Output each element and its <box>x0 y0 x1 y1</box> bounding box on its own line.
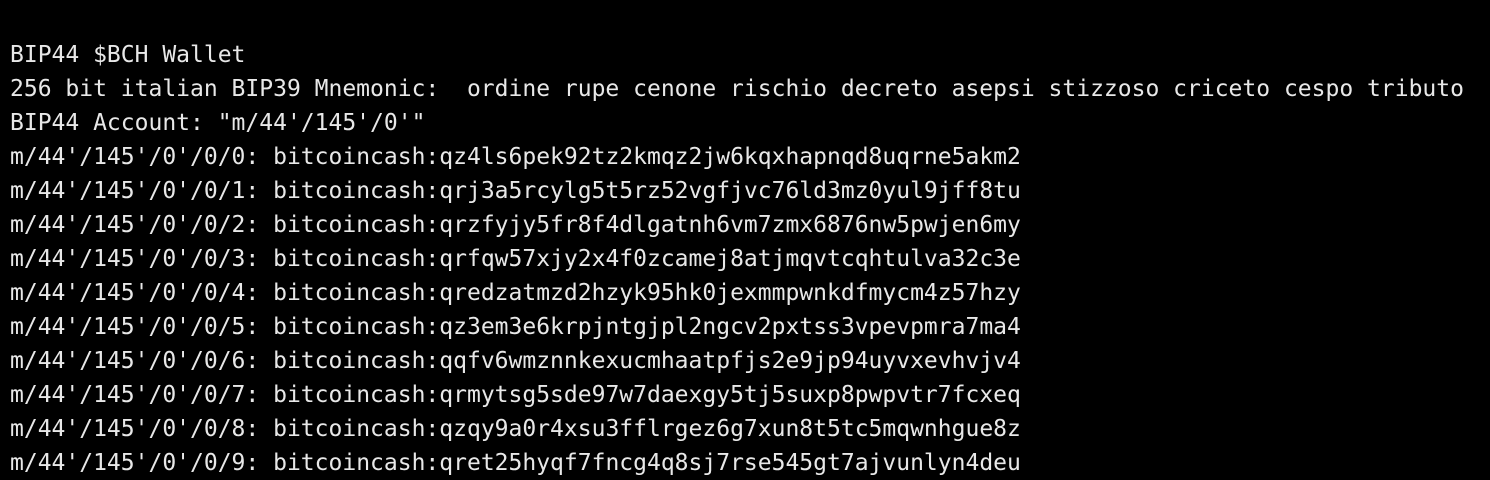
address-row: m/44'/145'/0'/0/8: bitcoincash:qzqy9a0r4… <box>10 412 1464 446</box>
address-row: m/44'/145'/0'/0/6: bitcoincash:qqfv6wmzn… <box>10 344 1464 378</box>
address-row: m/44'/145'/0'/0/7: bitcoincash:qrmytsg5s… <box>10 378 1464 412</box>
bch-address: bitcoincash:qqfv6wmznnkexucmhaatpfjs2e9j… <box>273 348 1021 374</box>
derivation-path: m/44'/145'/0'/0/0: <box>10 144 260 170</box>
address-row: m/44'/145'/0'/0/4: bitcoincash:qredzatmz… <box>10 276 1464 310</box>
bch-address: bitcoincash:qz3em3e6krpjntgjpl2ngcv2pxts… <box>273 314 1021 340</box>
bch-address: bitcoincash:qzqy9a0r4xsu3fflrgez6g7xun8t… <box>273 416 1021 442</box>
derivation-path: m/44'/145'/0'/0/5: <box>10 314 260 340</box>
derivation-path: m/44'/145'/0'/0/3: <box>10 246 260 272</box>
bch-address: bitcoincash:qrzfyjy5fr8f4dlgatnh6vm7zmx6… <box>273 212 1021 238</box>
bch-address: bitcoincash:qret25hyqf7fncg4q8sj7rse545g… <box>273 450 1021 476</box>
derivation-path: m/44'/145'/0'/0/9: <box>10 450 260 476</box>
derivation-path: m/44'/145'/0'/0/1: <box>10 178 260 204</box>
wallet-title: BIP44 $BCH Wallet <box>10 42 246 68</box>
address-row: m/44'/145'/0'/0/5: bitcoincash:qz3em3e6k… <box>10 310 1464 344</box>
mnemonic-line: 256 bit italian BIP39 Mnemonic: ordine r… <box>10 76 1464 102</box>
bch-address: bitcoincash:qrmytsg5sde97w7daexgy5tj5sux… <box>273 382 1021 408</box>
address-row: m/44'/145'/0'/0/3: bitcoincash:qrfqw57xj… <box>10 242 1464 276</box>
address-row: m/44'/145'/0'/0/0: bitcoincash:qz4ls6pek… <box>10 140 1464 174</box>
bch-address: bitcoincash:qrj3a5rcylg5t5rz52vgfjvc76ld… <box>273 178 1021 204</box>
address-row: m/44'/145'/0'/0/9: bitcoincash:qret25hyq… <box>10 446 1464 480</box>
terminal-window[interactable]: BIP44 $BCH Wallet 256 bit italian BIP39 … <box>0 0 1490 480</box>
address-row: m/44'/145'/0'/0/2: bitcoincash:qrzfyjy5f… <box>10 208 1464 242</box>
bch-address: bitcoincash:qz4ls6pek92tz2kmqz2jw6kqxhap… <box>273 144 1021 170</box>
account-line: BIP44 Account: "m/44'/145'/0'" <box>10 110 426 136</box>
derivation-path: m/44'/145'/0'/0/2: <box>10 212 260 238</box>
derivation-path: m/44'/145'/0'/0/4: <box>10 280 260 306</box>
derivation-path: m/44'/145'/0'/0/8: <box>10 416 260 442</box>
derivation-path: m/44'/145'/0'/0/6: <box>10 348 260 374</box>
bch-address: bitcoincash:qrfqw57xjy2x4f0zcamej8atjmqv… <box>273 246 1021 272</box>
terminal-output: BIP44 $BCH Wallet 256 bit italian BIP39 … <box>10 38 1464 480</box>
bch-address: bitcoincash:qredzatmzd2hzyk95hk0jexmmpwn… <box>273 280 1021 306</box>
derivation-path: m/44'/145'/0'/0/7: <box>10 382 260 408</box>
address-row: m/44'/145'/0'/0/1: bitcoincash:qrj3a5rcy… <box>10 174 1464 208</box>
